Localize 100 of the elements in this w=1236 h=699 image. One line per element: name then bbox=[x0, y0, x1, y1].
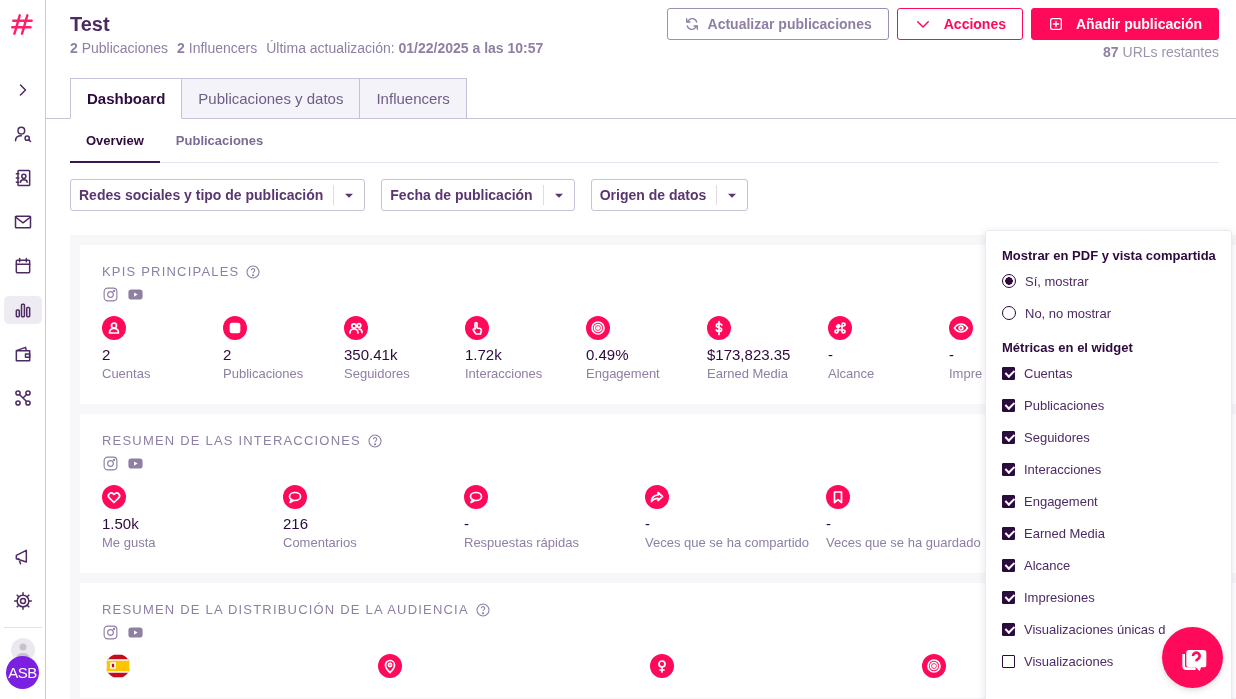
target-icon bbox=[586, 316, 610, 340]
instagram-icon bbox=[102, 286, 119, 303]
metric-label: Publicaciones bbox=[223, 365, 304, 383]
speech-bubble-icon bbox=[283, 485, 307, 509]
checkbox-option[interactable]: Engagement bbox=[1002, 485, 1231, 517]
settings-icon bbox=[12, 591, 33, 611]
female-icon bbox=[650, 654, 674, 678]
metric-label: Impre bbox=[949, 365, 983, 383]
users-icon bbox=[344, 316, 368, 340]
popover-title: Mostrar en PDF y vista compartida bbox=[1002, 247, 1217, 265]
metric-value: 0.49% bbox=[586, 346, 629, 364]
metric-value: 2 bbox=[102, 346, 111, 364]
popover-subtitle: Métricas en el widget bbox=[1002, 339, 1134, 357]
nav-item[interactable] bbox=[3, 296, 42, 324]
checkbox[interactable] bbox=[1002, 622, 1015, 636]
filter-dropdown[interactable]: Origen de datos bbox=[590, 179, 749, 211]
hand-icon bbox=[465, 316, 489, 340]
refresh-icon bbox=[683, 16, 700, 32]
metric-label: Interacciones bbox=[465, 365, 543, 383]
metric-value: 350.41k bbox=[344, 346, 398, 364]
header-button[interactable]: Añadir publicación bbox=[1031, 8, 1219, 40]
stat-text: 2 Publicaciones bbox=[70, 40, 169, 56]
radio-option[interactable]: No, no mostrar bbox=[1002, 297, 1231, 329]
checkbox-option[interactable]: Visualizaciones únicas d bbox=[1002, 613, 1231, 645]
checkbox-option[interactable]: Alcance bbox=[1002, 549, 1231, 581]
checkbox-option[interactable]: Earned Media bbox=[1002, 517, 1231, 549]
checkbox-option[interactable]: Visualizaciones bbox=[1002, 645, 1231, 677]
tab[interactable]: Dashboard bbox=[70, 78, 183, 119]
add-icon bbox=[1048, 16, 1064, 32]
command-icon bbox=[828, 316, 852, 340]
metric-value: - bbox=[826, 515, 831, 533]
subtab[interactable]: Publicaciones bbox=[159, 119, 280, 163]
checkbox[interactable] bbox=[1002, 462, 1015, 476]
widget-title: RESUMEN DE LA DISTRIBUCIÓN DE LA AUDIENCIA bbox=[102, 601, 469, 619]
metric-value: $173,823.35 bbox=[707, 346, 791, 364]
checkbox-option[interactable]: Impresiones bbox=[1002, 581, 1231, 613]
urls-remaining: 87 URLs restantes bbox=[1103, 44, 1219, 60]
metric-label: Me gusta bbox=[102, 534, 156, 552]
bookmark-icon bbox=[826, 485, 850, 509]
tab[interactable]: Publicaciones y datos bbox=[182, 78, 361, 119]
checkbox-option[interactable]: Publicaciones bbox=[1002, 389, 1231, 421]
metric-label: Veces que se ha guardado bbox=[826, 534, 981, 552]
speech-bubble-icon bbox=[464, 485, 488, 509]
checkbox[interactable] bbox=[1002, 590, 1015, 604]
metric-label: Alcance bbox=[828, 365, 875, 383]
page-title: Test bbox=[70, 12, 111, 37]
metric-value: 1.50k bbox=[102, 515, 139, 533]
checkbox-option[interactable]: Cuentas bbox=[1002, 357, 1231, 389]
filter-dropdown[interactable]: Fecha de publicación bbox=[381, 179, 575, 211]
subtab[interactable]: Overview bbox=[70, 119, 160, 163]
help-icon[interactable] bbox=[367, 433, 383, 449]
metric-label: Earned Media bbox=[707, 365, 788, 383]
filter-dropdown[interactable]: Redes sociales y tipo de publicación bbox=[70, 179, 366, 211]
header-button[interactable]: Acciones bbox=[896, 8, 1023, 40]
eye-icon bbox=[949, 316, 973, 340]
checkbox[interactable] bbox=[1002, 494, 1015, 508]
widget-title: KPIS PRINCIPALES bbox=[102, 263, 240, 281]
radio-option[interactable]: Sí, mostrar bbox=[1002, 265, 1231, 297]
metric-value: 1.72k bbox=[465, 346, 502, 364]
user-search-icon bbox=[12, 124, 33, 144]
stat-text: 2 Influencers bbox=[177, 40, 258, 56]
checkbox-option[interactable]: Interacciones bbox=[1002, 453, 1231, 485]
mail-icon bbox=[12, 212, 33, 232]
metric-value: - bbox=[828, 346, 833, 364]
metric-value: 216 bbox=[283, 515, 309, 533]
checkbox[interactable] bbox=[1002, 430, 1015, 444]
user-icon bbox=[102, 316, 126, 340]
metric-label: Comentarios bbox=[283, 534, 357, 552]
metric-label: Engagement bbox=[586, 365, 660, 383]
metric-label: Veces que se ha compartido bbox=[645, 534, 810, 552]
location-pin-icon bbox=[378, 654, 402, 678]
user-avatar[interactable]: ASB bbox=[6, 656, 39, 689]
metric-label: Cuentas bbox=[102, 365, 151, 383]
metric-value: 2 bbox=[223, 346, 232, 364]
dollar-icon bbox=[707, 316, 731, 340]
network-icon bbox=[12, 388, 33, 408]
help-icon[interactable] bbox=[245, 264, 262, 280]
metric-value: - bbox=[464, 515, 469, 533]
widget-title: RESUMEN DE LAS INTERACCIONES bbox=[102, 432, 361, 450]
checkbox-option[interactable]: Seguidores bbox=[1002, 421, 1231, 453]
stat-text: Última actualización: 01/22/2025 a las 10:57 bbox=[266, 40, 544, 56]
metric-label: Seguidores bbox=[344, 365, 410, 383]
checkbox[interactable] bbox=[1002, 654, 1015, 668]
metric-label: Respuestas rápidas bbox=[464, 534, 579, 552]
metric-value: - bbox=[645, 515, 650, 533]
instagram-icon bbox=[102, 624, 119, 641]
tab[interactable]: Influencers bbox=[360, 78, 467, 119]
instagram-icon bbox=[102, 455, 119, 472]
help-icon[interactable] bbox=[474, 602, 491, 618]
checkbox[interactable] bbox=[1002, 558, 1015, 572]
checkbox[interactable] bbox=[1002, 366, 1015, 380]
metric-value: - bbox=[949, 346, 954, 364]
radio-button[interactable] bbox=[1002, 274, 1016, 288]
checkbox[interactable] bbox=[1002, 526, 1015, 540]
checkbox[interactable] bbox=[1002, 398, 1015, 412]
header-button[interactable]: Actualizar publicaciones bbox=[666, 8, 889, 40]
flag-icon bbox=[106, 654, 130, 678]
target-icon bbox=[922, 654, 946, 678]
logo-icon[interactable] bbox=[9, 11, 36, 37]
share-icon bbox=[645, 485, 669, 509]
